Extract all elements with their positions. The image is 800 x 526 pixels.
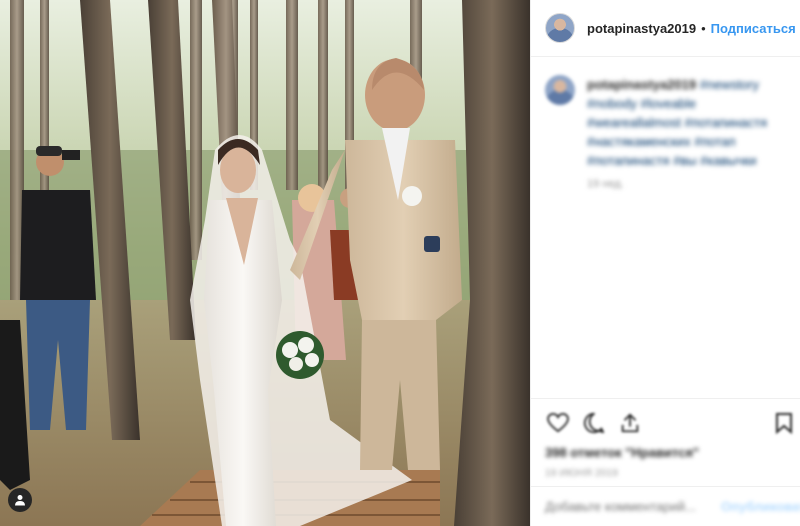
heart-icon[interactable] — [545, 410, 571, 436]
publish-button[interactable]: Опубликовать — [721, 499, 800, 514]
caption-section: potapinastya2019 #newstory #nobody #love… — [531, 57, 800, 397]
post-header: potapinastya2019 • Подписаться — [531, 0, 800, 57]
separator-dot: • — [701, 20, 706, 36]
comment-icon[interactable] — [581, 410, 607, 436]
wedding-photo-illustration — [0, 0, 530, 526]
caption-username[interactable]: potapinastya2019 — [587, 77, 696, 92]
action-icons — [545, 405, 792, 441]
caption-timestamp: 19 нед. — [587, 178, 624, 190]
action-bar: 398 отметок "Нравится" 19 ИЮНЯ 2019 — [531, 398, 800, 479]
avatar[interactable] — [545, 13, 575, 43]
person-tag-icon[interactable] — [8, 488, 32, 512]
comment-input[interactable] — [545, 499, 721, 514]
follow-button[interactable]: Подписаться — [711, 21, 796, 36]
likes-count[interactable]: 398 отметок "Нравится" — [545, 445, 787, 460]
username-link[interactable]: potapinastya2019 — [587, 21, 696, 36]
caption-text: potapinastya2019 #newstory #nobody #love… — [587, 75, 786, 170]
share-icon[interactable] — [617, 410, 643, 436]
post-photo[interactable] — [0, 0, 530, 526]
caption-avatar[interactable] — [545, 75, 575, 105]
comment-box: Опубликовать — [531, 486, 800, 526]
post-side-panel: potapinastya2019 • Подписаться potapinas… — [530, 0, 800, 526]
post-date: 19 ИЮНЯ 2019 — [545, 468, 619, 479]
bookmark-icon[interactable] — [771, 410, 797, 436]
caption-row: potapinastya2019 #newstory #nobody #love… — [545, 75, 786, 170]
